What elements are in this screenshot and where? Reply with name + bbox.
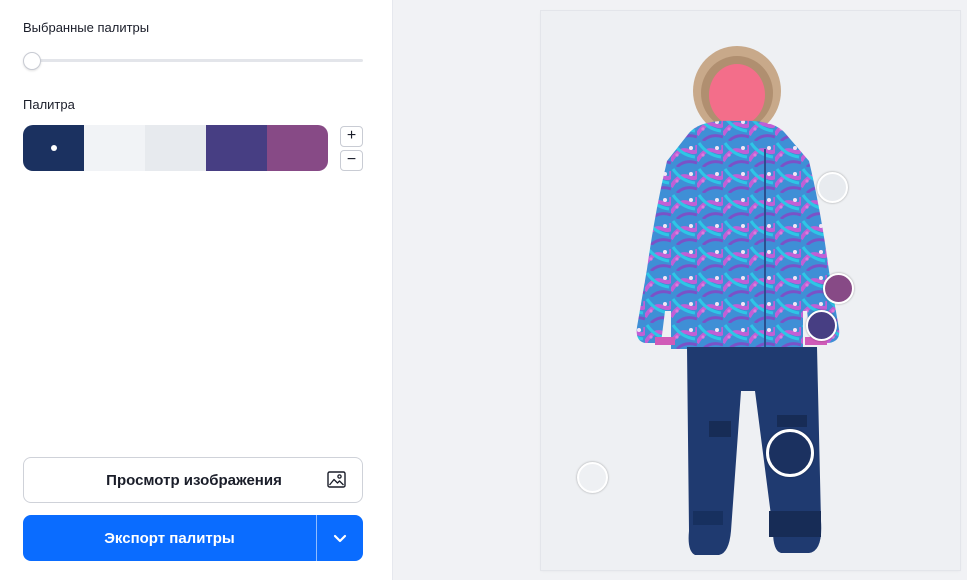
palette-swatch-4[interactable] [206,125,267,171]
color-picker-handle-1[interactable] [817,172,848,203]
palette-size-stepper: + − [340,126,363,171]
chevron-down-icon [333,534,347,542]
export-palette-split-button: Экспорт палитры [23,515,363,561]
palette-count-slider[interactable] [23,52,363,70]
slider-thumb[interactable] [23,52,41,70]
palette-swatch-1[interactable] [23,125,84,171]
palette-swatch-5[interactable] [267,125,328,171]
palette-swatch-2[interactable] [84,125,145,171]
image-workspace [393,0,967,580]
app-root: Выбранные палитры Палитра + − Просмотр и… [0,0,967,580]
color-picker-handle-2[interactable] [823,273,854,304]
image-icon [327,471,346,488]
add-color-button[interactable]: + [340,126,363,147]
palette-label: Палитра [23,97,75,112]
slider-track[interactable] [23,59,363,62]
export-options-button[interactable] [317,515,363,561]
remove-color-button[interactable]: − [340,150,363,171]
palette-panel: Выбранные палитры Палитра + − Просмотр и… [0,0,393,580]
color-picker-handle-active[interactable] [766,429,814,477]
color-picker-handle-3[interactable] [806,310,837,341]
image-preview-label: Просмотр изображения [106,472,282,489]
export-palette-button[interactable]: Экспорт палитры [23,515,317,561]
selected-swatch-indicator [50,145,57,151]
image-canvas[interactable] [541,11,960,570]
palette-swatch-3[interactable] [145,125,206,171]
selected-palettes-label: Выбранные палитры [23,20,150,35]
color-picker-handle-5[interactable] [577,462,608,493]
image-preview-button[interactable]: Просмотр изображения [23,457,363,503]
palette-strip [23,125,328,171]
